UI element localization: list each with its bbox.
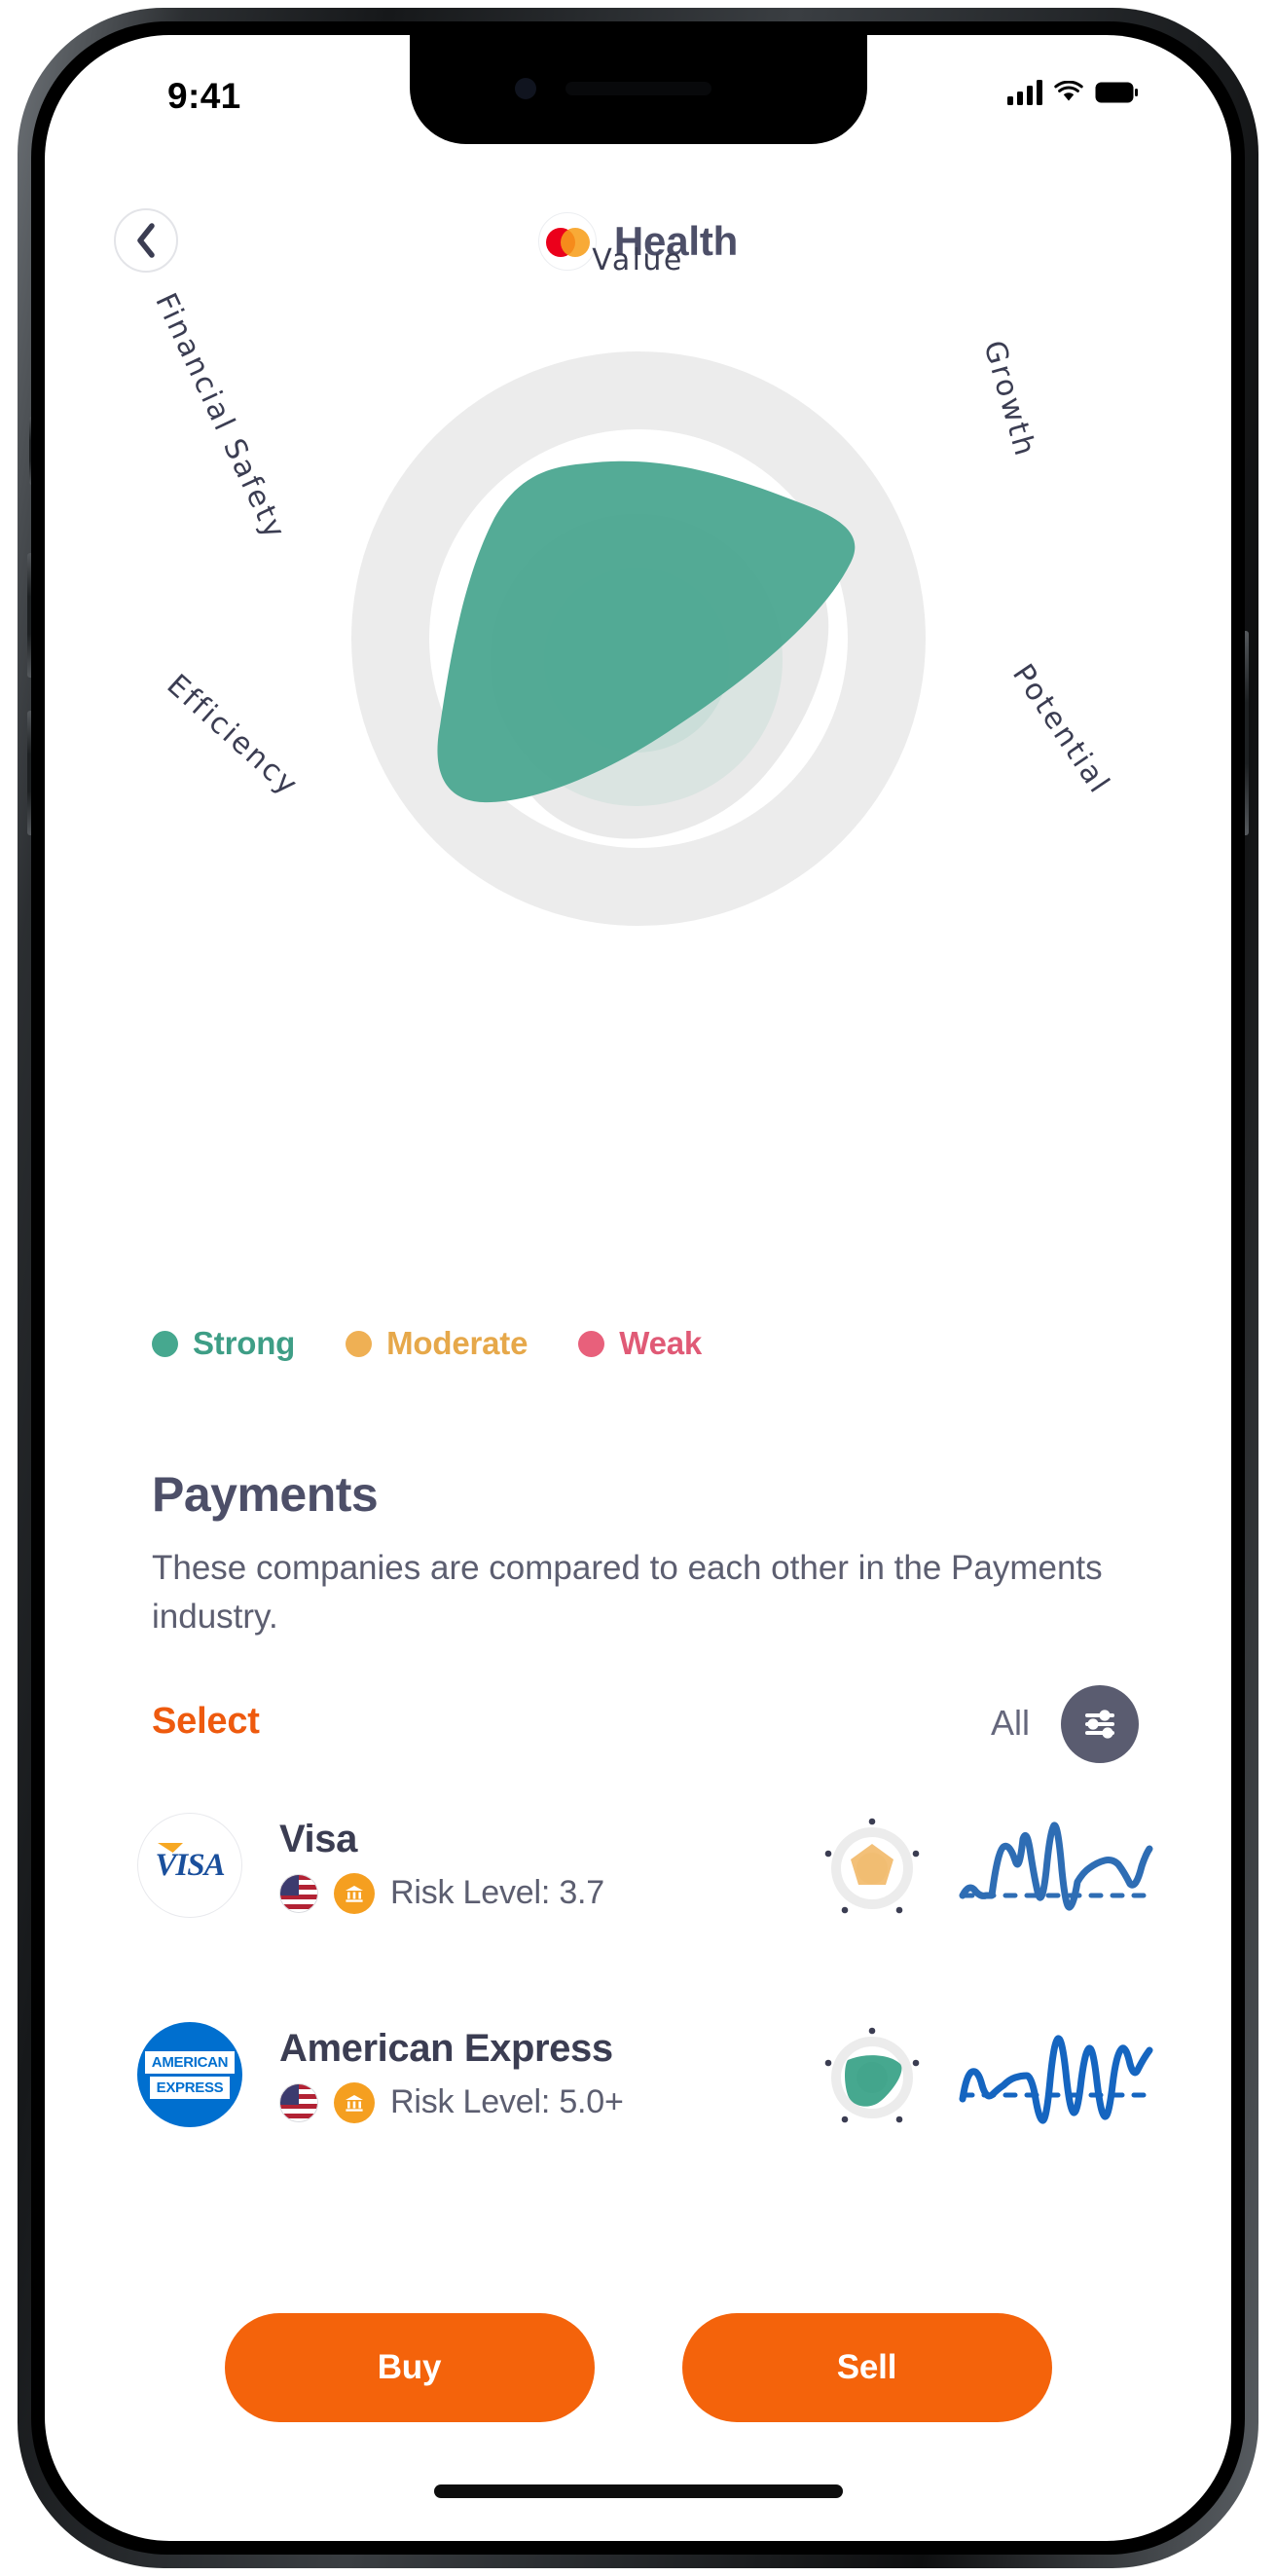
visa-logo-icon: VISA: [137, 1813, 242, 1918]
company-meta-amex: Risk Level: 5.0+: [279, 2081, 815, 2123]
radar-chart-svg: [350, 351, 926, 926]
legend-item-strong[interactable]: Strong: [152, 1325, 295, 1362]
company-info-visa: Visa Risk Level: 3.7: [279, 1818, 815, 1914]
legend-label-moderate: Moderate: [386, 1325, 529, 1361]
legend-label-weak: Weak: [619, 1325, 703, 1361]
bank-icon: [334, 1872, 375, 1914]
us-flag-icon: [279, 1873, 318, 1913]
all-filter-label[interactable]: All: [991, 1703, 1030, 1744]
company-name-visa: Visa: [279, 1817, 357, 1860]
mastercard-logo-icon: [537, 212, 597, 271]
action-buttons: Buy Sell: [45, 2313, 1231, 2422]
health-legend: Strong Moderate Weak: [152, 1325, 702, 1362]
amex-logo-line-2: EXPRESS: [149, 2076, 231, 2099]
sparkline-chart-icon: [959, 1822, 1153, 1911]
sliders-filter-icon: [1085, 1710, 1114, 1739]
payments-heading: Payments: [152, 1467, 379, 1522]
risk-level-amex: Risk Level: 5.0+: [390, 2083, 624, 2120]
phone-screen: 9:41 Health Value Growth Potential Effic…: [45, 35, 1231, 2541]
legend-label-strong: Strong: [193, 1325, 296, 1361]
visa-logo-text: VISA: [155, 1847, 225, 1883]
payments-description: These companies are compared to each oth…: [152, 1549, 1103, 1636]
sparkline-chart-icon: [959, 2035, 1153, 2124]
health-radar-chart: Value Growth Potential Efficiency Financ…: [45, 243, 1231, 1291]
select-button[interactable]: Select: [152, 1701, 260, 1743]
amex-logo-line-1: AMERICAN: [144, 2050, 236, 2074]
radar-axis-label-financial-safety: Financial Safety: [148, 288, 293, 546]
radar-axis-label-value: Value: [592, 243, 684, 277]
amex-logo-icon: AMERICAN EXPRESS: [137, 2022, 242, 2127]
company-name-amex: American Express: [279, 2026, 613, 2070]
us-flag-icon: [279, 2082, 318, 2122]
legend-dot-weak: [578, 1330, 605, 1357]
company-info-amex: American Express Risk Level: 5.0+: [279, 2027, 815, 2123]
company-row-visa[interactable]: VISA Visa Risk Level: 3.7: [137, 1792, 1153, 1938]
legend-item-moderate[interactable]: Moderate: [346, 1325, 528, 1362]
legend-item-weak[interactable]: Weak: [578, 1325, 702, 1362]
legend-dot-strong: [152, 1330, 178, 1357]
company-row-american-express[interactable]: AMERICAN EXPRESS American Express Risk L…: [137, 2002, 1153, 2148]
battery-icon: [1095, 82, 1138, 103]
radar-axis-label-potential: Potential: [1004, 658, 1117, 801]
status-time: 9:41: [167, 76, 241, 116]
company-meta-visa: Risk Level: 3.7: [279, 1872, 815, 1914]
status-bar: 9:41: [45, 35, 1231, 144]
radar-mini-gauge-icon: [824, 2027, 920, 2123]
status-indicators: [1007, 80, 1138, 105]
sell-button[interactable]: Sell: [681, 2313, 1052, 2422]
home-indicator[interactable]: [433, 2484, 843, 2498]
filter-button[interactable]: [1061, 1685, 1139, 1763]
legend-dot-moderate: [346, 1330, 373, 1357]
wifi-icon: [1054, 81, 1083, 101]
buy-button[interactable]: Buy: [224, 2313, 595, 2422]
signal-bars-icon: [1007, 80, 1042, 105]
select-filter-row: Select All: [152, 1685, 1139, 1769]
bank-icon: [334, 2081, 375, 2123]
risk-level-visa: Risk Level: 3.7: [390, 1874, 604, 1911]
radar-mini-gauge-icon: [824, 1818, 920, 1914]
